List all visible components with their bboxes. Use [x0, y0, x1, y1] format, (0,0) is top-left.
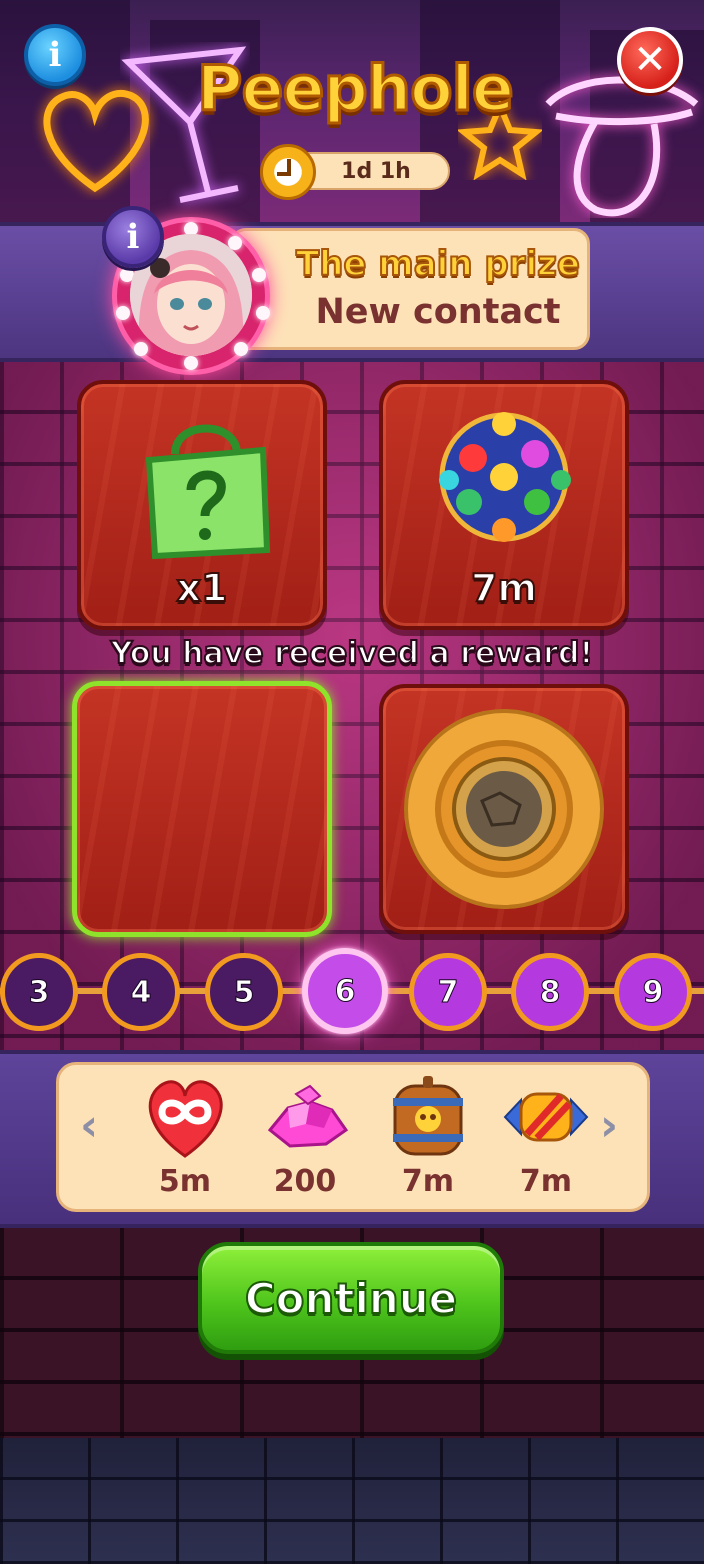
- event-title: Peephole: [196, 51, 516, 127]
- reward-tile-1[interactable]: x1: [77, 380, 327, 630]
- event-timer: 1d 1h: [260, 144, 450, 200]
- neon-tongue-icon: [545, 76, 699, 217]
- strip-item-rocket-value: 7m: [519, 1164, 573, 1199]
- reward-tile-1-label: x1: [176, 565, 229, 611]
- reward-tile-4[interactable]: [379, 684, 629, 934]
- continue-button[interactable]: Continue: [198, 1242, 504, 1354]
- level-node-8: 8: [511, 953, 589, 1031]
- level-node-5: 5: [205, 953, 283, 1031]
- info-button[interactable]: i: [24, 24, 86, 86]
- strip-item-barrel: 7m: [373, 1068, 483, 1208]
- prize-subtitle: New contact: [315, 292, 561, 332]
- reward-tile-2[interactable]: 7m: [379, 380, 629, 630]
- strip-item-heart-value: 5m: [158, 1164, 212, 1199]
- level-node-9: 9: [614, 953, 692, 1031]
- strip-item-gems-value: 200: [273, 1164, 337, 1199]
- disco-bomb-icon: [439, 412, 571, 542]
- level-node-6: 6: [302, 948, 388, 1034]
- strip-item-barrel-value: 7m: [401, 1164, 455, 1199]
- infinite-heart-icon: [148, 1080, 223, 1158]
- rocket-booster-icon: [503, 1092, 589, 1142]
- level-node-4: 4: [102, 953, 180, 1031]
- clock-icon: [260, 144, 316, 200]
- gems-icon: [267, 1084, 349, 1148]
- strip-item-rocket: 7m: [491, 1068, 601, 1208]
- close-button[interactable]: ✕: [617, 27, 683, 93]
- peephole-lens-icon: [404, 709, 604, 909]
- reward-tile-3[interactable]: [72, 681, 332, 937]
- reward-tile-2-label: 7m: [470, 565, 538, 611]
- mystery-bag-icon: [145, 424, 271, 560]
- floor-background: [0, 1438, 704, 1564]
- level-node-3: 3: [0, 953, 78, 1031]
- next-arrow-icon[interactable]: ›: [600, 1100, 618, 1151]
- strip-item-heart: 5m: [130, 1068, 240, 1208]
- reward-message: You have received a reward!: [110, 635, 594, 672]
- strip-item-gems: 200: [250, 1068, 360, 1208]
- prize-info-button[interactable]: i: [102, 206, 164, 268]
- prize-title: The main prize: [295, 243, 581, 285]
- level-node-7: 7: [409, 953, 487, 1031]
- skull-barrel-icon: [393, 1076, 463, 1156]
- prev-arrow-icon[interactable]: ‹: [80, 1100, 98, 1151]
